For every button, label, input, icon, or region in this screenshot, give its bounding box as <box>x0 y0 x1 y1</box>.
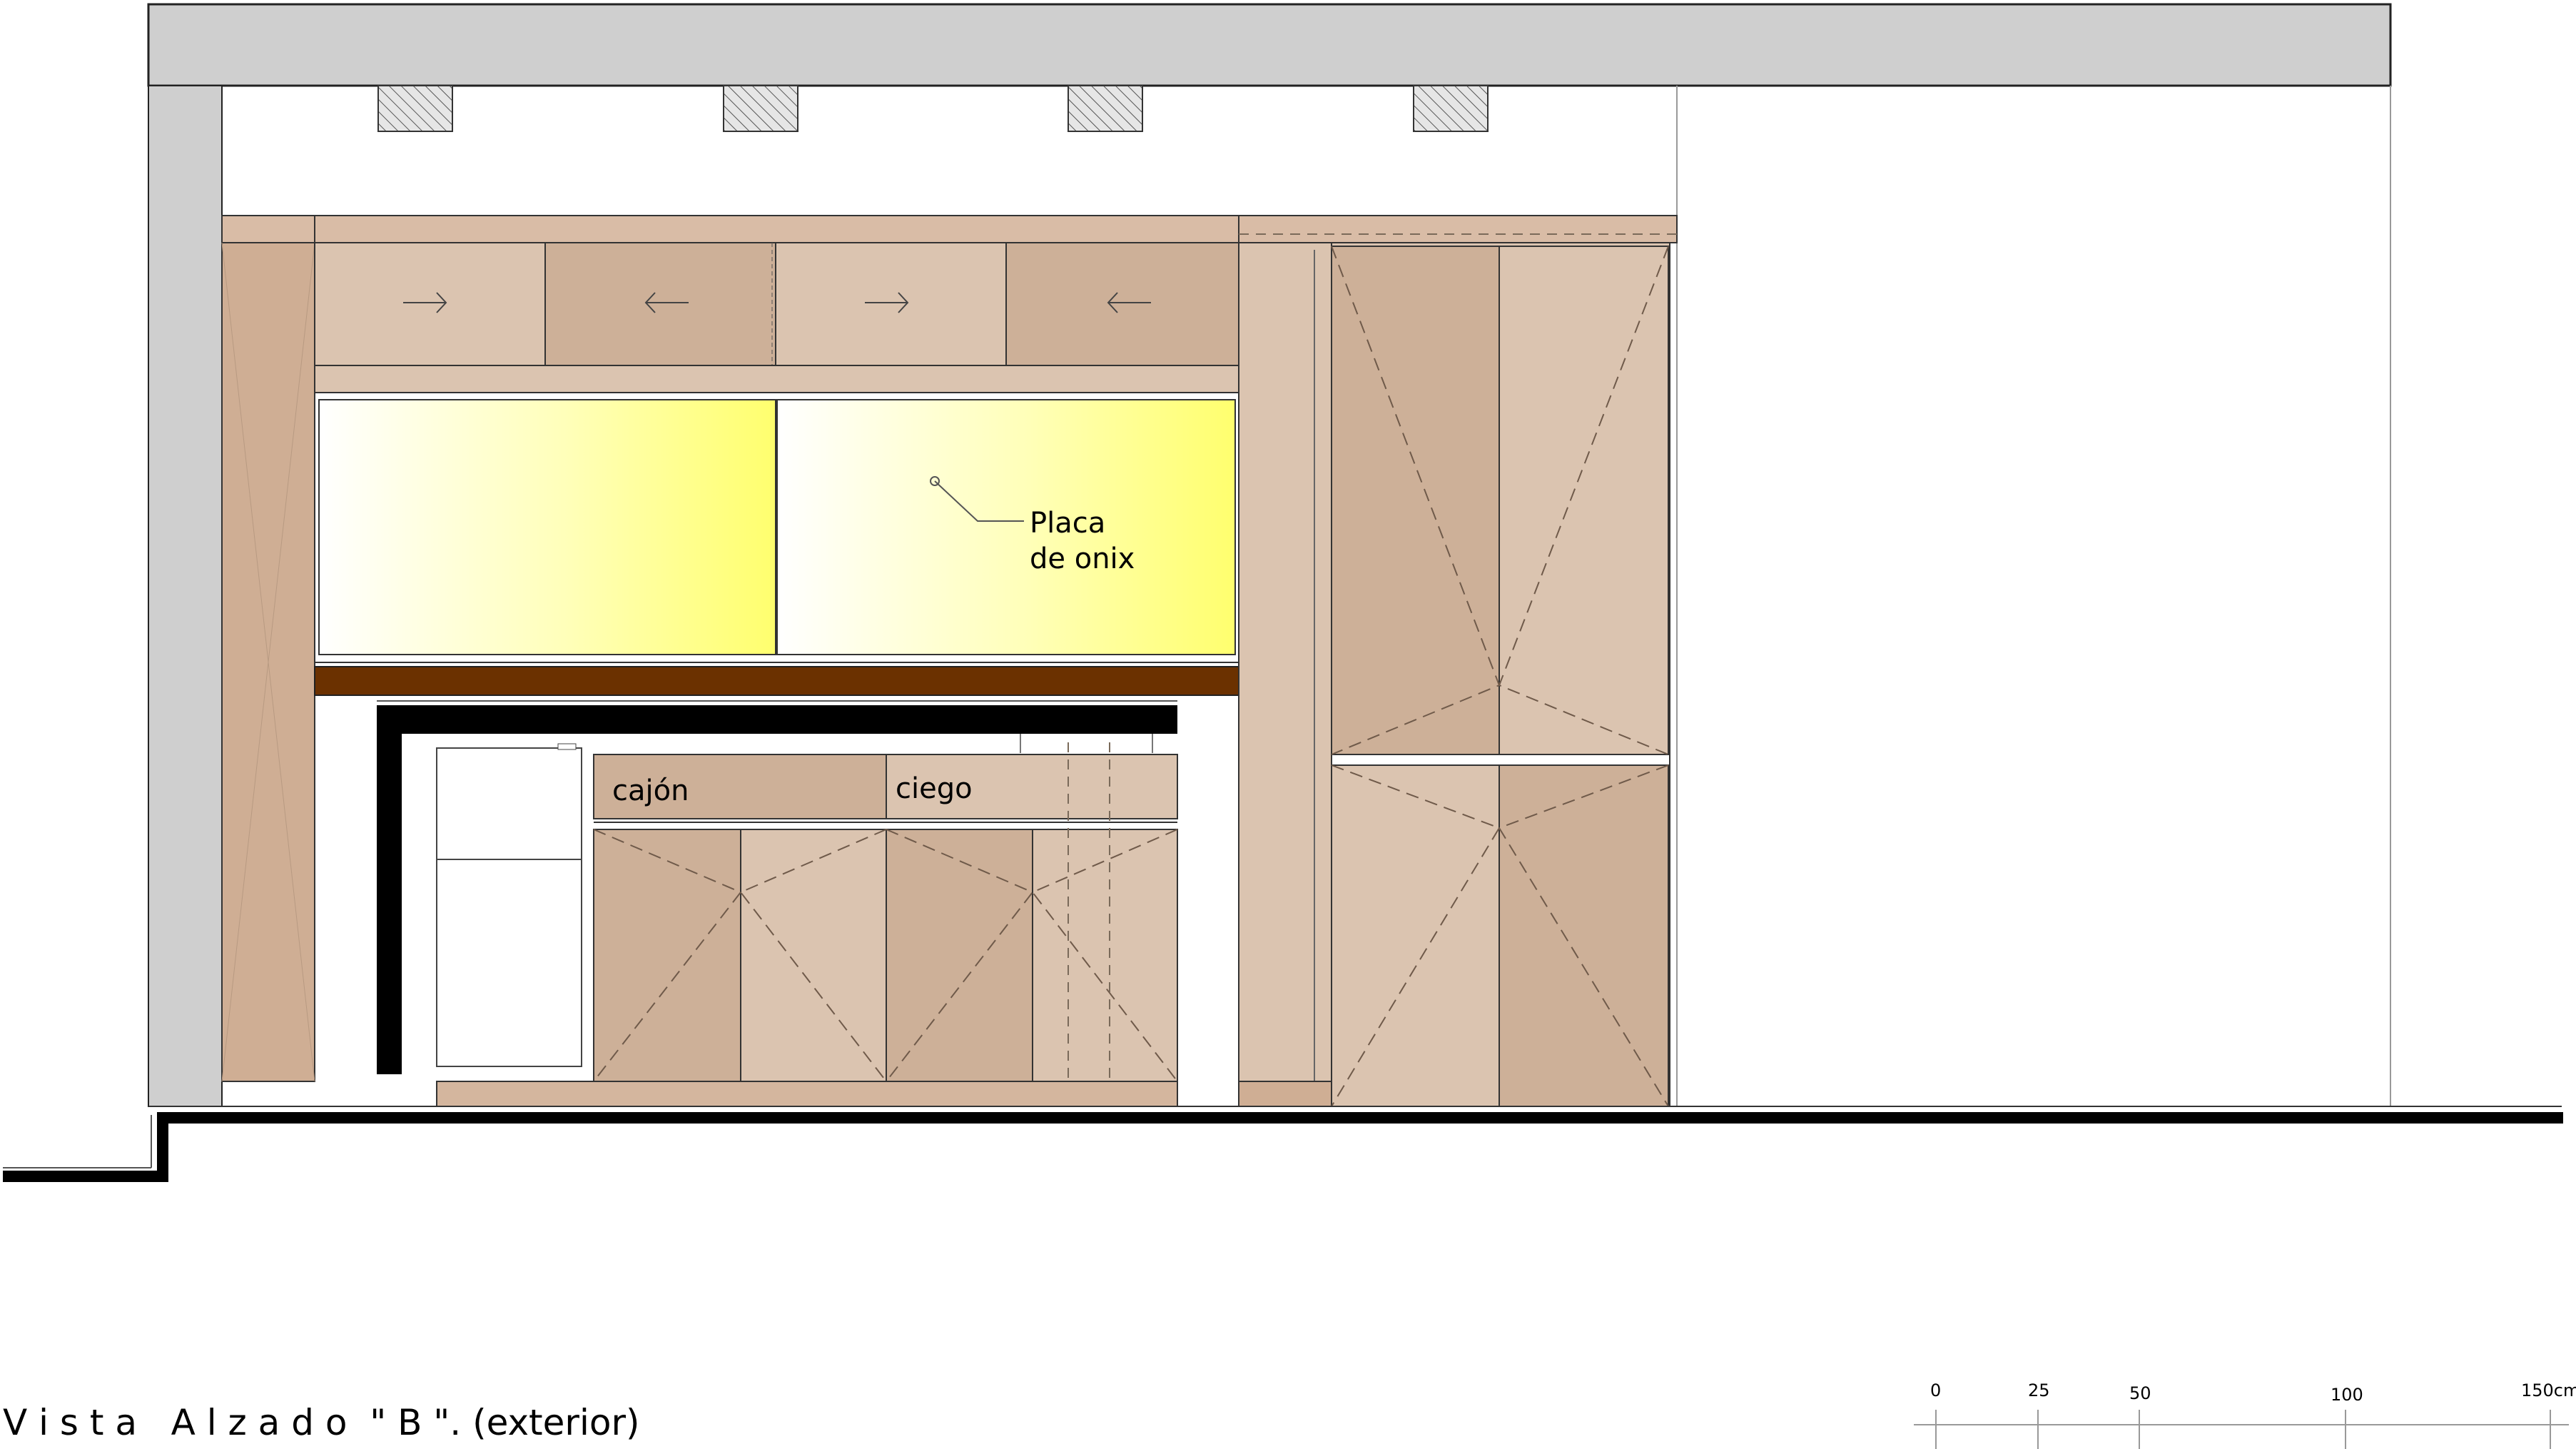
appliance-upper <box>436 747 582 860</box>
left-wall <box>148 85 223 1107</box>
base-door-4 <box>1032 829 1178 1082</box>
upper-band <box>314 365 1239 393</box>
wardrobe-door-lower-left <box>1331 764 1500 1107</box>
ceiling-beams <box>377 85 1489 132</box>
cornice-left <box>221 215 315 243</box>
beam-4 <box>1413 85 1489 132</box>
upper-door-4 <box>1005 242 1239 366</box>
ceiling-slab <box>147 3 2392 87</box>
scale-tick-label: 25 <box>2028 1380 2050 1400</box>
wardrobe-door-upper-left <box>1331 246 1500 755</box>
onyx-panel-left <box>318 399 776 655</box>
wardrobe-door-lower-right <box>1499 764 1669 1107</box>
floor-slab <box>3 1112 2563 1182</box>
right-column-plinth <box>1238 1081 1332 1107</box>
cajon-label: cajón <box>612 774 689 807</box>
wardrobe-divider <box>1331 754 1670 766</box>
plinth <box>436 1081 1178 1107</box>
beam-2 <box>723 85 798 132</box>
elevation-drawing: Placa de onix cajón ciego V i s t a A l … <box>3 3 2576 1449</box>
upper-door-1 <box>314 242 546 366</box>
base-door-2 <box>740 829 887 1082</box>
upper-cabinets <box>314 242 1239 366</box>
beam-1 <box>377 85 453 132</box>
tall-wardrobe <box>1331 242 1670 1107</box>
beam-3 <box>1068 85 1143 132</box>
cornice-right <box>1238 215 1678 243</box>
placa-label-line1: Placa <box>1030 507 1105 540</box>
walnut-shelf <box>314 666 1239 696</box>
drawing-title: V i s t a A l z a d o " B ". (exterior) <box>3 1402 640 1443</box>
scale-bar: 0 25 50 100 150cm <box>1914 1380 2576 1449</box>
onyx-panel-right <box>776 399 1236 655</box>
upper-door-2 <box>544 242 776 366</box>
base-door-1 <box>593 829 741 1082</box>
placa-label-line2: de onix <box>1030 542 1135 575</box>
scale-tick-label: 0 <box>1930 1380 1941 1400</box>
scale-tick-label: 150cm <box>2521 1380 2576 1400</box>
scale-tick-label: 100 <box>2331 1385 2363 1405</box>
ciego-label: ciego <box>896 772 973 805</box>
right-column-panel <box>1238 242 1332 1082</box>
upper-door-3 <box>775 242 1007 366</box>
cornice-center <box>314 215 1239 243</box>
scale-tick-label: 50 <box>2129 1383 2151 1403</box>
base-door-3 <box>886 829 1033 1082</box>
wardrobe-door-upper-right <box>1499 246 1669 755</box>
appliance-lower <box>436 859 582 1067</box>
